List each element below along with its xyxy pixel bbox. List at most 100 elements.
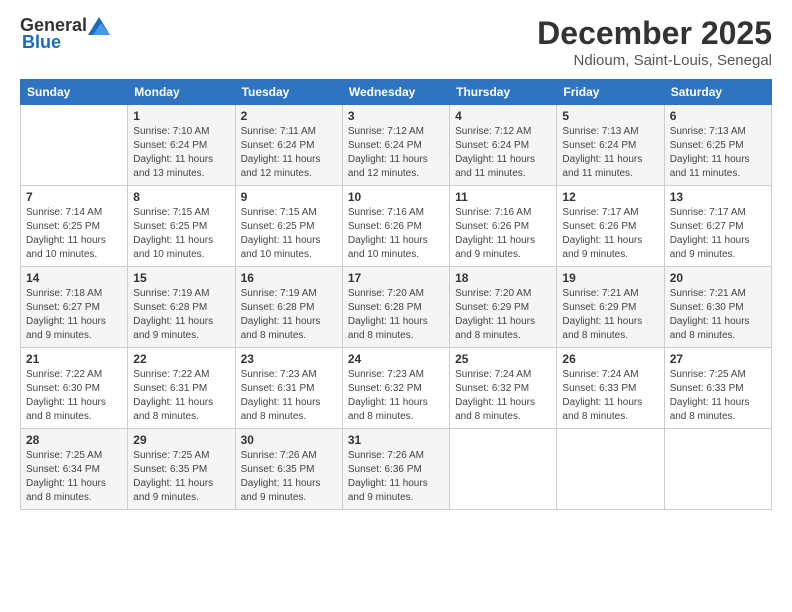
table-row: 17 Sunrise: 7:20 AMSunset: 6:28 PMDayligh…	[342, 267, 449, 348]
day-info: Sunrise: 7:15 AMSunset: 6:25 PMDaylight:…	[241, 206, 337, 262]
page: General Blue December 2025 Ndioum, Saint…	[0, 0, 792, 612]
table-row	[450, 429, 557, 510]
day-info: Sunrise: 7:13 AMSunset: 6:25 PMDaylight:…	[670, 125, 766, 181]
day-number: 8	[133, 190, 229, 204]
subtitle: Ndioum, Saint-Louis, Senegal	[537, 52, 772, 69]
table-row: 30 Sunrise: 7:26 AMSunset: 6:35 PMDayligh…	[235, 429, 342, 510]
table-row	[557, 429, 664, 510]
day-number: 30	[241, 433, 337, 447]
table-row: 16 Sunrise: 7:19 AMSunset: 6:28 PMDayligh…	[235, 267, 342, 348]
day-number: 6	[670, 109, 766, 123]
day-info: Sunrise: 7:21 AMSunset: 6:29 PMDaylight:…	[562, 287, 658, 343]
calendar-week-row: 1 Sunrise: 7:10 AMSunset: 6:24 PMDaylight…	[21, 105, 772, 186]
day-info: Sunrise: 7:18 AMSunset: 6:27 PMDaylight:…	[26, 287, 122, 343]
header-friday: Friday	[557, 80, 664, 105]
table-row: 6 Sunrise: 7:13 AMSunset: 6:25 PMDaylight…	[664, 105, 771, 186]
day-info: Sunrise: 7:17 AMSunset: 6:27 PMDaylight:…	[670, 206, 766, 262]
header: General Blue December 2025 Ndioum, Saint…	[20, 15, 772, 69]
table-row: 11Sunrise: 7:16 AMSunset: 6:26 PMDayligh…	[450, 186, 557, 267]
table-row: 18Sunrise: 7:20 AMSunset: 6:29 PMDayligh…	[450, 267, 557, 348]
day-number: 24	[348, 352, 444, 366]
day-info: Sunrise: 7:16 AMSunset: 6:26 PMDaylight:…	[348, 206, 444, 262]
table-row: 10 Sunrise: 7:16 AMSunset: 6:26 PMDayligh…	[342, 186, 449, 267]
header-sunday: Sunday	[21, 80, 128, 105]
day-number: 4	[455, 109, 551, 123]
day-info: Sunrise: 7:24 AMSunset: 6:32 PMDaylight:…	[455, 368, 551, 424]
day-number: 16	[241, 271, 337, 285]
calendar-week-row: 14 Sunrise: 7:18 AMSunset: 6:27 PMDayligh…	[21, 267, 772, 348]
day-info: Sunrise: 7:23 AMSunset: 6:32 PMDaylight:…	[348, 368, 444, 424]
table-row: 21 Sunrise: 7:22 AMSunset: 6:30 PMDayligh…	[21, 348, 128, 429]
day-number: 19	[562, 271, 658, 285]
day-number: 23	[241, 352, 337, 366]
table-row: 14 Sunrise: 7:18 AMSunset: 6:27 PMDayligh…	[21, 267, 128, 348]
day-number: 13	[670, 190, 766, 204]
table-row: 12Sunrise: 7:17 AMSunset: 6:26 PMDayligh…	[557, 186, 664, 267]
day-info: Sunrise: 7:17 AMSunset: 6:26 PMDaylight:…	[562, 206, 658, 262]
day-info: Sunrise: 7:19 AMSunset: 6:28 PMDaylight:…	[133, 287, 229, 343]
day-info: Sunrise: 7:21 AMSunset: 6:30 PMDaylight:…	[670, 287, 766, 343]
day-number: 5	[562, 109, 658, 123]
day-number: 25	[455, 352, 551, 366]
title-section: December 2025 Ndioum, Saint-Louis, Seneg…	[537, 15, 772, 69]
day-info: Sunrise: 7:11 AMSunset: 6:24 PMDaylight:…	[241, 125, 337, 181]
table-row: 4Sunrise: 7:12 AMSunset: 6:24 PMDaylight…	[450, 105, 557, 186]
day-number: 14	[26, 271, 122, 285]
calendar-week-row: 21 Sunrise: 7:22 AMSunset: 6:30 PMDayligh…	[21, 348, 772, 429]
day-number: 11	[455, 190, 551, 204]
day-number: 28	[26, 433, 122, 447]
table-row: 7 Sunrise: 7:14 AMSunset: 6:25 PMDaylight…	[21, 186, 128, 267]
day-info: Sunrise: 7:25 AMSunset: 6:34 PMDaylight:…	[26, 449, 122, 505]
day-number: 10	[348, 190, 444, 204]
day-number: 20	[670, 271, 766, 285]
table-row: 29Sunrise: 7:25 AMSunset: 6:35 PMDayligh…	[128, 429, 235, 510]
day-info: Sunrise: 7:10 AMSunset: 6:24 PMDaylight:…	[133, 125, 229, 181]
day-number: 15	[133, 271, 229, 285]
logo: General Blue	[20, 15, 111, 53]
logo-icon	[88, 17, 110, 35]
calendar-week-row: 28 Sunrise: 7:25 AMSunset: 6:34 PMDayligh…	[21, 429, 772, 510]
table-row: 22Sunrise: 7:22 AMSunset: 6:31 PMDayligh…	[128, 348, 235, 429]
day-info: Sunrise: 7:26 AMSunset: 6:35 PMDaylight:…	[241, 449, 337, 505]
calendar-header-row: Sunday Monday Tuesday Wednesday Thursday…	[21, 80, 772, 105]
day-number: 22	[133, 352, 229, 366]
header-saturday: Saturday	[664, 80, 771, 105]
day-info: Sunrise: 7:15 AMSunset: 6:25 PMDaylight:…	[133, 206, 229, 262]
day-info: Sunrise: 7:13 AMSunset: 6:24 PMDaylight:…	[562, 125, 658, 181]
table-row: 13 Sunrise: 7:17 AMSunset: 6:27 PMDayligh…	[664, 186, 771, 267]
day-info: Sunrise: 7:22 AMSunset: 6:30 PMDaylight:…	[26, 368, 122, 424]
day-info: Sunrise: 7:24 AMSunset: 6:33 PMDaylight:…	[562, 368, 658, 424]
table-row: 31Sunrise: 7:26 AMSunset: 6:36 PMDayligh…	[342, 429, 449, 510]
table-row: 9Sunrise: 7:15 AMSunset: 6:25 PMDaylight…	[235, 186, 342, 267]
calendar-week-row: 7 Sunrise: 7:14 AMSunset: 6:25 PMDaylight…	[21, 186, 772, 267]
table-row: 25 Sunrise: 7:24 AMSunset: 6:32 PMDayligh…	[450, 348, 557, 429]
header-monday: Monday	[128, 80, 235, 105]
table-row: 3Sunrise: 7:12 AMSunset: 6:24 PMDaylight…	[342, 105, 449, 186]
day-number: 21	[26, 352, 122, 366]
day-info: Sunrise: 7:20 AMSunset: 6:29 PMDaylight:…	[455, 287, 551, 343]
logo-blue-text: Blue	[22, 32, 61, 53]
header-tuesday: Tuesday	[235, 80, 342, 105]
table-row: 26 Sunrise: 7:24 AMSunset: 6:33 PMDayligh…	[557, 348, 664, 429]
day-info: Sunrise: 7:19 AMSunset: 6:28 PMDaylight:…	[241, 287, 337, 343]
day-info: Sunrise: 7:20 AMSunset: 6:28 PMDaylight:…	[348, 287, 444, 343]
day-number: 2	[241, 109, 337, 123]
day-info: Sunrise: 7:14 AMSunset: 6:25 PMDaylight:…	[26, 206, 122, 262]
day-number: 1	[133, 109, 229, 123]
table-row: 8 Sunrise: 7:15 AMSunset: 6:25 PMDaylight…	[128, 186, 235, 267]
table-row: 24 Sunrise: 7:23 AMSunset: 6:32 PMDayligh…	[342, 348, 449, 429]
day-info: Sunrise: 7:26 AMSunset: 6:36 PMDaylight:…	[348, 449, 444, 505]
day-number: 7	[26, 190, 122, 204]
table-row: 2 Sunrise: 7:11 AMSunset: 6:24 PMDaylight…	[235, 105, 342, 186]
header-wednesday: Wednesday	[342, 80, 449, 105]
table-row: 5 Sunrise: 7:13 AMSunset: 6:24 PMDaylight…	[557, 105, 664, 186]
day-number: 17	[348, 271, 444, 285]
table-row: 1 Sunrise: 7:10 AMSunset: 6:24 PMDaylight…	[128, 105, 235, 186]
main-title: December 2025	[537, 15, 772, 52]
day-number: 26	[562, 352, 658, 366]
table-row: 27Sunrise: 7:25 AMSunset: 6:33 PMDayligh…	[664, 348, 771, 429]
table-row: 20 Sunrise: 7:21 AMSunset: 6:30 PMDayligh…	[664, 267, 771, 348]
day-info: Sunrise: 7:25 AMSunset: 6:35 PMDaylight:…	[133, 449, 229, 505]
table-row	[664, 429, 771, 510]
table-row: 28 Sunrise: 7:25 AMSunset: 6:34 PMDayligh…	[21, 429, 128, 510]
